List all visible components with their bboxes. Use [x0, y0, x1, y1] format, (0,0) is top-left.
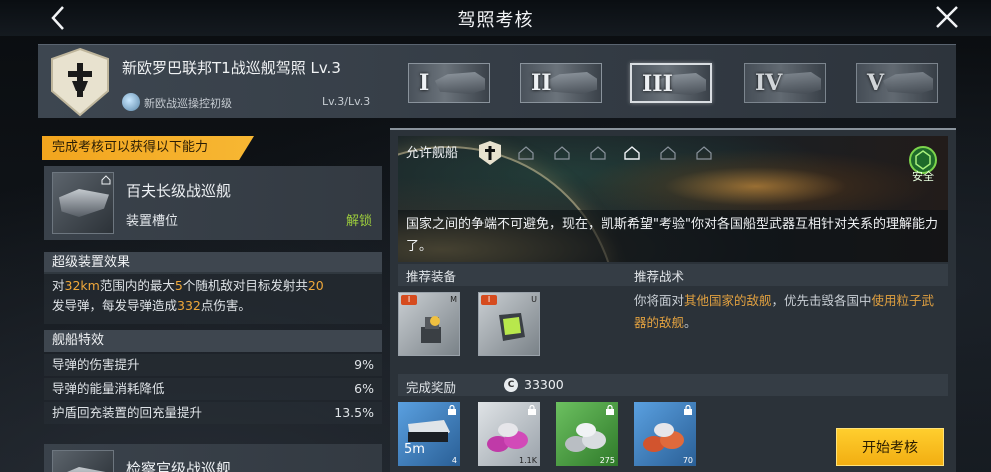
tier-label: III [642, 71, 673, 97]
ship-name: 检察官级战巡舰 [126, 460, 232, 472]
tab-tier-5[interactable]: V [856, 63, 938, 103]
lock-icon [448, 405, 456, 415]
trait-label: 护盾回充装置的回充量提升 [52, 405, 203, 420]
tab-tier-2[interactable]: II [520, 63, 602, 103]
home-icon [660, 146, 676, 160]
equipment-type: U [531, 295, 537, 304]
abilities-panel: 完成考核可以获得以下能力 百夫长级战巡舰 装置槽位 解锁 超级装置效果 对32k… [38, 128, 384, 472]
reward-item-text: 5m [404, 442, 425, 457]
ship-traits-heading: 舰船特效 [44, 330, 382, 352]
tab-tier-1[interactable]: I [408, 63, 490, 103]
unlock-status: 解锁 [345, 214, 372, 229]
home-icon [590, 146, 606, 160]
super-device-description: 对32km范围内的最大5个随机敌对目标发射共20 发导弹，每发导弹造成332点伤害… [44, 272, 382, 324]
reward-item-1[interactable]: 5m 4 [398, 402, 460, 466]
ship-silhouette-icon [883, 72, 933, 94]
reward-count: 275 [599, 456, 615, 465]
title-bar: 驾照考核 [0, 0, 991, 36]
turret-icon [421, 316, 441, 343]
tactic-description: 你将面对其他国家的敌舰，优先击毁各国中使用粒子武器的敌舰。 [634, 293, 935, 330]
allowed-ships-label: 允许舰船 [406, 146, 459, 161]
exam-detail-panel: 允许舰船 安全 国家之间的争端不可避免，现在，凯斯希望"考验"你对各国船型武器互… [390, 128, 956, 472]
tier-label: IV [755, 70, 783, 96]
reward-item-2[interactable]: 1.1K [478, 402, 540, 466]
reward-label: 完成奖励 [406, 380, 457, 395]
ship-thumbnail [52, 450, 114, 472]
ship-card-centurion[interactable]: 百夫长级战巡舰 装置槽位 解锁 [44, 166, 382, 240]
lock-icon [606, 405, 614, 415]
ore-pile-icon [565, 423, 606, 452]
ship-slot-label: 装置槽位 [126, 214, 179, 229]
trait-value: 13.5% [334, 405, 374, 420]
trait-row: 导弹的伤害提升 9% [44, 354, 382, 376]
close-icon [936, 6, 958, 28]
equipment-slot-1[interactable]: I M [398, 292, 460, 356]
shield-module-icon [499, 313, 525, 341]
trait-row: 护盾回充装置的回充量提升 13.5% [44, 402, 382, 424]
tier-label: V [867, 70, 885, 96]
ship-silhouette-icon [547, 72, 597, 94]
trait-label: 导弹的伤害提升 [52, 357, 140, 372]
home-icon [624, 146, 640, 160]
close-button[interactable] [931, 2, 963, 32]
ore-pile-icon [487, 423, 528, 452]
credit-amount: 33300 [524, 377, 564, 392]
ship-hull-icon [59, 467, 109, 472]
tier-badge: I [481, 295, 497, 305]
lock-icon [684, 405, 692, 415]
tier-label: II [531, 70, 552, 96]
tier-label: I [419, 70, 430, 96]
home-icon [101, 175, 111, 185]
license-subtitle: 新欧战巡操控初级 [144, 97, 232, 110]
equipment-type: M [450, 295, 457, 304]
reward-count: 4 [451, 456, 457, 465]
home-icon [696, 146, 712, 160]
allowed-ships-banner: 允许舰船 安全 国家之间的争端不可避免，现在，凯斯希望"考验"你对各国船型武器互… [398, 136, 948, 262]
trait-label: 导弹的能量消耗降低 [52, 381, 165, 396]
license-emblem-icon [51, 47, 109, 117]
reward-header: 完成奖励 C 33300 [398, 374, 948, 396]
license-level: Lv.3/Lv.3 [322, 95, 371, 108]
trait-row: 导弹的能量消耗降低 6% [44, 378, 382, 400]
ore-pile-icon [643, 423, 684, 452]
pilot-skill-icon [122, 93, 140, 111]
super-device-heading: 超级装置效果 [44, 252, 382, 274]
ship-silhouette-icon [435, 72, 485, 94]
ship-hull-icon [59, 189, 109, 217]
safe-label: 安全 [912, 170, 934, 183]
lock-icon [528, 405, 536, 415]
tab-tier-3[interactable]: III [630, 63, 712, 103]
start-exam-button[interactable]: 开始考核 [836, 428, 944, 466]
page-title: 驾照考核 [457, 10, 534, 31]
speed-boost-icon [408, 420, 450, 442]
ship-thumbnail [52, 172, 114, 234]
ship-name: 百夫长级战巡舰 [126, 182, 232, 200]
faction-emblem-icon[interactable] [478, 140, 502, 166]
recommended-equipment-label: 推荐装备 [406, 269, 457, 284]
reward-item-4[interactable]: 70 [634, 402, 696, 466]
tier-badge: I [401, 295, 417, 305]
license-header: 新欧罗巴联邦T1战巡舰驾照 Lv.3 新欧战巡操控初级 Lv.3/Lv.3 I … [38, 44, 956, 118]
tab-tier-4[interactable]: IV [744, 63, 826, 103]
equipment-slot-2[interactable]: I U [478, 292, 540, 356]
ship-card-inspector[interactable]: 检察官级战巡舰 [44, 444, 382, 472]
reward-item-3[interactable]: 275 [556, 402, 618, 466]
home-icon [518, 146, 534, 160]
recommended-tactic-label: 推荐战术 [634, 269, 685, 284]
trait-value: 9% [354, 357, 374, 372]
credit-icon: C [504, 378, 518, 392]
reward-count: 70 [682, 456, 693, 465]
reward-count: 1.1K [519, 456, 537, 465]
exam-description: 国家之间的争端不可避免，现在，凯斯希望"考验"你对各国船型武器互相针对关系的理解… [398, 210, 948, 262]
home-icon [554, 146, 570, 160]
gain-banner: 完成考核可以获得以下能力 [42, 136, 254, 160]
trait-value: 6% [354, 381, 374, 396]
license-title: 新欧罗巴联邦T1战巡舰驾照 Lv.3 [122, 59, 341, 77]
